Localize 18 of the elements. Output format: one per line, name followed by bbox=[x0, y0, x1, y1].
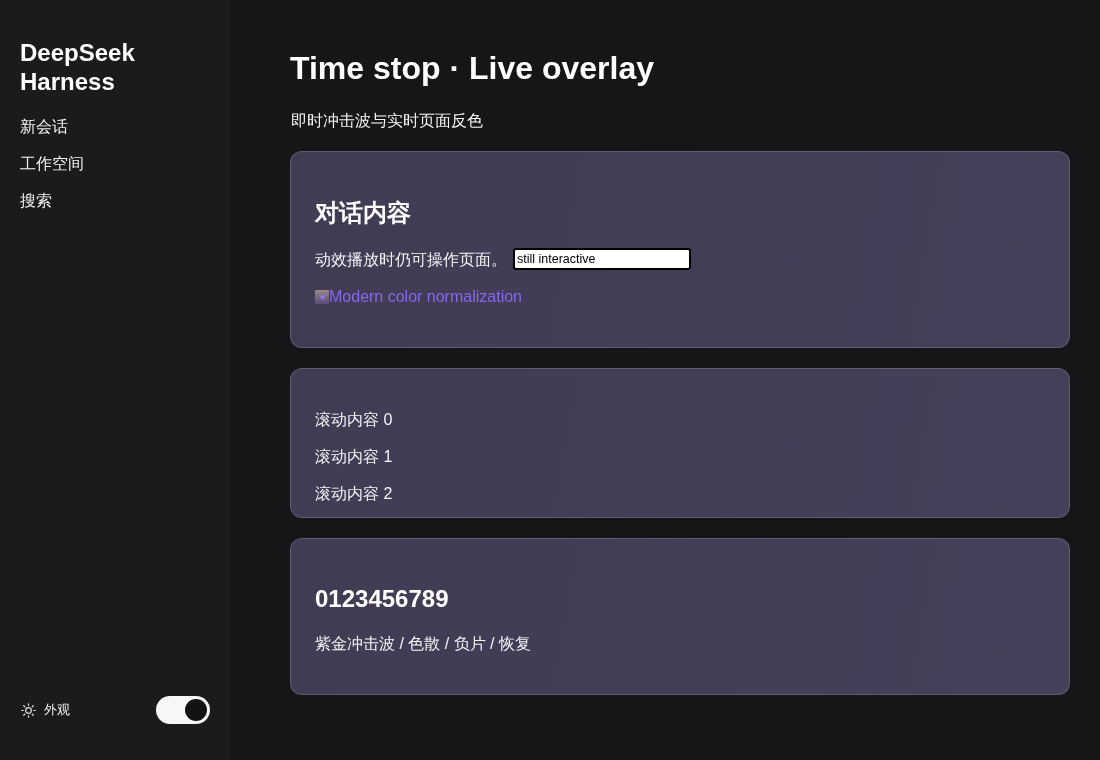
appearance-toggle[interactable] bbox=[156, 696, 210, 724]
appearance-label: 外观 bbox=[44, 701, 70, 719]
nav-item[interactable]: 搜索 bbox=[20, 190, 52, 211]
sun-icon bbox=[21, 702, 36, 718]
scroll-item: 滚动内容 2 bbox=[315, 484, 394, 504]
card-text: 紫金冲击波 / 色散 / 负片 / 恢复 bbox=[315, 634, 532, 654]
nav-item[interactable]: 工作空间 bbox=[20, 153, 84, 174]
text-input[interactable]: still interactive bbox=[513, 248, 691, 270]
scroll-item: 滚动内容 0 bbox=[315, 410, 394, 430]
page-subtitle: 即时冲击波与实时页面反色 bbox=[291, 111, 484, 131]
card-text: 动效播放时仍可操作页面。 bbox=[315, 249, 507, 270]
gradient-swatch-icon bbox=[315, 289, 329, 304]
nav-item[interactable]: 新会话 bbox=[20, 116, 68, 137]
page-title: Time stop · Live overlay bbox=[290, 50, 655, 87]
scroll-item: 滚动内容 1 bbox=[315, 447, 394, 467]
card-heading: 对话内容 bbox=[315, 198, 412, 227]
card-heading: 0123456789 bbox=[315, 584, 450, 613]
app-title: DeepSeek Harness bbox=[20, 38, 136, 96]
